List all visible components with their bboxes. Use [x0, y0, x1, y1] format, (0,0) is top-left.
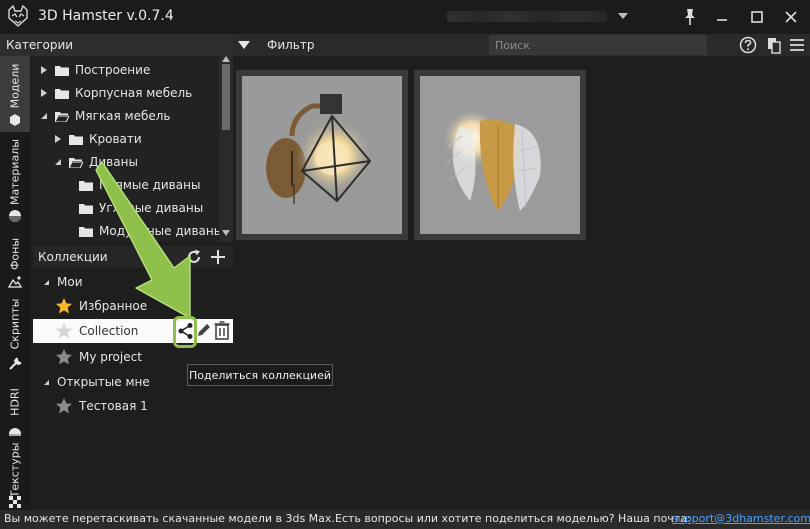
green-arrow-annotation	[95, 161, 191, 319]
status-bar: Вы можете перетаскивать скачанные модели…	[0, 510, 810, 529]
status-contact: Есть вопросы или хотите поделиться модел…	[335, 512, 691, 525]
status-hint: Вы можете перетаскивать скачанные модели…	[4, 512, 335, 525]
share-tooltip: Поделиться коллекцией	[187, 364, 333, 386]
share-highlight	[173, 316, 197, 348]
support-email-link[interactable]: support@3dhamster.com	[672, 512, 810, 525]
